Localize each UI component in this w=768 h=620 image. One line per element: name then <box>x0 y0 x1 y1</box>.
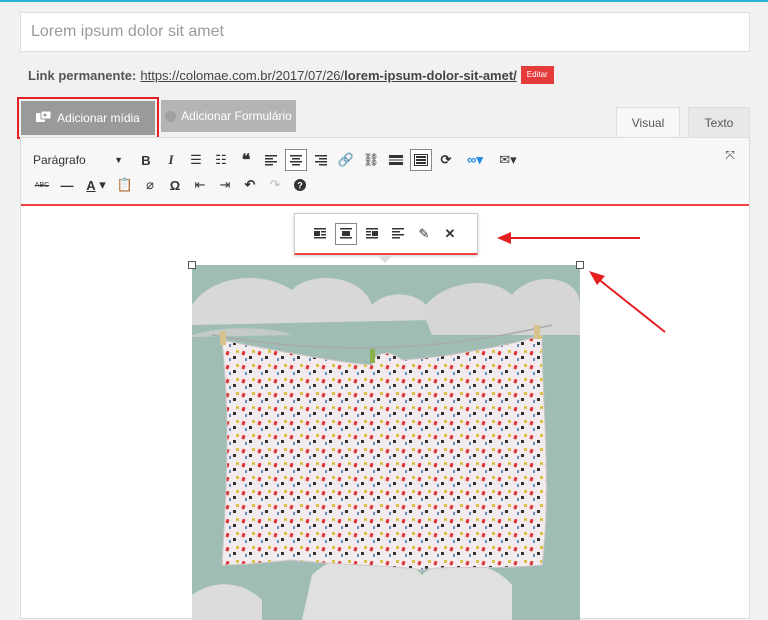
image-align-right-icon[interactable] <box>361 223 383 245</box>
align-center-icon[interactable] <box>285 149 307 171</box>
format-select[interactable]: Parágrafo ▼ <box>31 150 127 170</box>
top-border <box>0 0 768 2</box>
text-color-icon[interactable]: A ▾ <box>81 174 111 196</box>
resize-handle-top-right[interactable] <box>576 261 584 269</box>
add-form-label: Adicionar Formulário <box>181 109 292 123</box>
add-media-label: Adicionar mídia <box>57 111 140 125</box>
blockquote-icon[interactable]: ❝ <box>235 149 257 171</box>
photo-blanket-on-clothesline <box>192 265 580 620</box>
form-icon <box>165 110 177 122</box>
edit-permalink-button[interactable]: Editar <box>520 66 554 84</box>
image-toolbar-pointer <box>377 255 393 263</box>
undo-icon[interactable]: ↶ <box>239 174 261 196</box>
strikethrough-icon[interactable]: ABC <box>31 174 53 196</box>
mail-icon[interactable]: ✉▾ <box>493 149 523 171</box>
format-select-value: Parágrafo <box>33 153 86 167</box>
image-align-center-icon[interactable] <box>335 222 357 245</box>
outdent-icon[interactable]: ⇤ <box>189 174 211 196</box>
media-icon <box>36 110 52 126</box>
redo-icon[interactable]: ↷ <box>264 174 286 196</box>
tab-visual[interactable]: Visual <box>616 107 680 138</box>
numbered-list-icon[interactable]: ☷ <box>210 149 232 171</box>
paste-text-icon[interactable]: 📋 <box>114 174 136 196</box>
svg-text:?: ? <box>297 181 303 191</box>
toolbar-toggle-icon[interactable] <box>410 149 432 171</box>
fullscreen-icon[interactable]: ⤧ <box>721 146 739 164</box>
permalink-link[interactable]: https://colomae.com.br/2017/07/26/lorem-… <box>140 68 516 83</box>
bullet-list-icon[interactable]: ☰ <box>185 149 207 171</box>
help-icon[interactable]: ? <box>289 174 311 196</box>
toolbar-row-1: Parágrafo ▼ B I ☰ ☷ ❝ 🔗 ⛓ ⟳ ∞▾ ✉▾ <box>31 149 526 171</box>
permalink-label: Link permanente: <box>28 67 137 83</box>
add-media-button[interactable]: Adicionar mídia <box>21 101 155 135</box>
toolbar-row-2: ABC — A ▾ 📋 ⌀ Ω ⇤ ⇥ ↶ ↷ ? <box>31 174 314 196</box>
title-input[interactable]: Lorem ipsum dolor sit amet <box>20 12 750 52</box>
remove-image-icon[interactable]: ✕ <box>439 223 461 245</box>
permalink-base: https://colomae.com.br/2017/07/26/ <box>140 67 345 83</box>
image-align-none-icon[interactable] <box>387 223 409 245</box>
selected-image[interactable] <box>192 265 580 620</box>
italic-icon[interactable]: I <box>160 149 182 171</box>
bold-icon[interactable]: B <box>135 149 157 171</box>
align-left-icon[interactable] <box>260 149 282 171</box>
refresh-icon[interactable]: ⟳ <box>435 149 457 171</box>
add-media-highlight: Adicionar mídia <box>17 97 159 139</box>
editor: Parágrafo ▼ B I ☰ ☷ ❝ 🔗 ⛓ ⟳ ∞▾ ✉▾ ABC — … <box>20 137 750 620</box>
link-icon[interactable]: 🔗 <box>335 149 357 171</box>
editor-toolbar: Parágrafo ▼ B I ☰ ☷ ❝ 🔗 ⛓ ⟳ ∞▾ ✉▾ ABC — … <box>21 138 749 206</box>
permalink-slug: lorem-ipsum-dolor-sit-amet/ <box>344 67 517 83</box>
unlink-icon[interactable]: ⛓ <box>360 149 382 171</box>
infinity-icon[interactable]: ∞▾ <box>460 149 490 171</box>
edit-image-icon[interactable]: ✎ <box>413 223 435 245</box>
chevron-down-icon: ▼ <box>114 155 123 165</box>
clear-formatting-icon[interactable]: ⌀ <box>139 174 161 196</box>
read-more-icon[interactable] <box>385 149 407 171</box>
align-right-icon[interactable] <box>310 149 332 171</box>
add-form-button[interactable]: Adicionar Formulário <box>161 100 296 132</box>
special-character-icon[interactable]: Ω <box>164 174 186 196</box>
image-toolbar: ✎ ✕ <box>294 213 478 255</box>
resize-handle-top-left[interactable] <box>188 261 196 269</box>
indent-icon[interactable]: ⇥ <box>214 174 236 196</box>
tab-text[interactable]: Texto <box>688 107 750 138</box>
permalink-row: Link permanente: https://colomae.com.br/… <box>28 66 554 84</box>
horizontal-line-icon[interactable]: — <box>56 174 78 196</box>
image-align-left-icon[interactable] <box>309 223 331 245</box>
